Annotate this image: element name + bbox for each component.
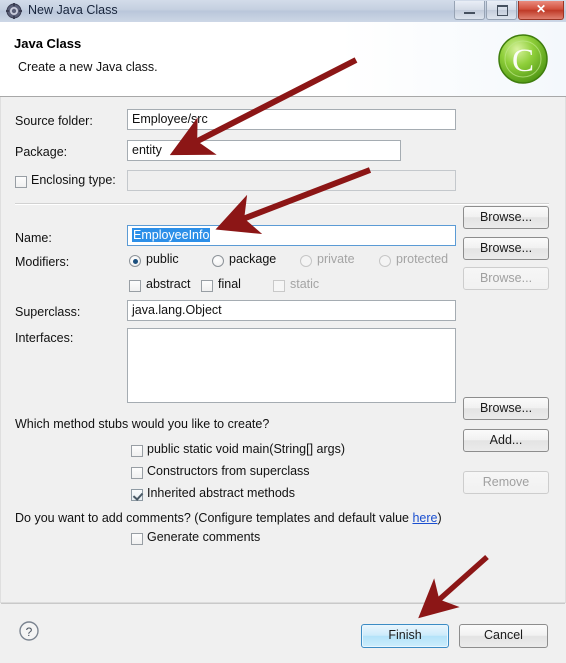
minimize-icon xyxy=(464,12,475,14)
superclass-input[interactable]: java.lang.Object xyxy=(127,300,456,321)
green-c-badge-icon: C xyxy=(494,30,552,88)
superclass-browse-button[interactable]: Browse... xyxy=(463,397,549,420)
maximize-button[interactable] xyxy=(486,1,517,20)
enclosing-type-label: Enclosing type: xyxy=(31,173,116,187)
modifier-checkbox-static xyxy=(273,280,285,292)
svg-text:?: ? xyxy=(26,625,33,639)
page-title: Java Class xyxy=(14,36,82,51)
stub-checkbox-inherited-abstract[interactable] xyxy=(131,489,143,501)
class-name-input[interactable]: EmployeeInfo xyxy=(127,225,456,246)
comments-question-before: Do you want to add comments? (Configure … xyxy=(15,511,413,525)
stub-checkbox-constructors[interactable] xyxy=(131,467,143,479)
modifier-radio-protected xyxy=(379,255,391,267)
svg-text:C: C xyxy=(512,43,534,79)
enclosing-type-browse-button: Browse... xyxy=(463,267,549,290)
modifier-label-public: public xyxy=(146,252,179,266)
comments-question-after: ) xyxy=(437,511,442,525)
modifier-radio-private xyxy=(300,255,312,267)
modifier-label-protected: protected xyxy=(396,252,449,266)
modifiers-label: Modifiers: xyxy=(15,255,70,269)
source-folder-browse-button[interactable]: Browse... xyxy=(463,206,549,229)
stub-label-inherited-abstract: Inherited abstract methods xyxy=(147,486,295,500)
source-folder-input[interactable]: Employee/src xyxy=(127,109,456,130)
modifier-label-package: package xyxy=(229,252,277,266)
dialog-header: Java Class Create a new Java class. C xyxy=(0,22,566,97)
eclipse-gear-icon xyxy=(6,3,22,19)
source-folder-label: Source folder: xyxy=(15,114,93,128)
minimize-button[interactable] xyxy=(454,1,485,20)
modifier-label-private: private xyxy=(317,252,355,266)
enclosing-type-input xyxy=(127,170,456,191)
dialog-body: Source folder: Employee/src Browse... Pa… xyxy=(0,97,566,602)
stub-label-constructors: Constructors from superclass xyxy=(147,464,310,478)
page-subtitle: Create a new Java class. xyxy=(18,60,158,74)
method-stubs-question: Which method stubs would you like to cre… xyxy=(15,417,270,431)
configure-templates-link[interactable]: here xyxy=(412,511,437,525)
class-name-value: EmployeeInfo xyxy=(132,228,211,242)
interfaces-label: Interfaces: xyxy=(15,331,74,345)
interfaces-add-button[interactable]: Add... xyxy=(463,429,549,452)
interfaces-list[interactable] xyxy=(127,328,456,403)
modifier-label-static: static xyxy=(290,277,320,291)
close-icon: ✕ xyxy=(535,2,547,16)
modifier-label-final: final xyxy=(218,277,241,291)
modifier-label-abstract: abstract xyxy=(146,277,191,291)
window-controls: ✕ xyxy=(453,1,564,20)
package-browse-button[interactable]: Browse... xyxy=(463,237,549,260)
generate-comments-label: Generate comments xyxy=(147,530,261,544)
footer-divider xyxy=(1,603,565,604)
cancel-button[interactable]: Cancel xyxy=(459,624,548,648)
maximize-icon xyxy=(497,5,508,16)
stub-checkbox-main-method[interactable] xyxy=(131,445,143,457)
modifier-radio-public[interactable] xyxy=(129,255,141,267)
window-title: New Java Class xyxy=(28,3,118,17)
superclass-label: Superclass: xyxy=(15,305,81,319)
dialog-footer: Finish Cancel xyxy=(0,602,566,663)
title-bar: New Java Class ✕ xyxy=(0,0,566,23)
section-divider xyxy=(15,203,549,205)
comments-question: Do you want to add comments? (Configure … xyxy=(15,511,442,525)
generate-comments-checkbox[interactable] xyxy=(131,533,143,545)
close-button[interactable]: ✕ xyxy=(518,1,564,20)
modifier-checkbox-final[interactable] xyxy=(201,280,213,292)
new-java-class-dialog: New Java Class ✕ Java Class Create a new… xyxy=(0,0,566,663)
name-label: Name: xyxy=(15,231,52,245)
package-label: Package: xyxy=(15,145,68,159)
modifier-checkbox-abstract[interactable] xyxy=(129,280,141,292)
stub-label-main-method: public static void main(String[] args) xyxy=(147,442,345,456)
modifier-radio-package[interactable] xyxy=(212,255,224,267)
enclosing-type-checkbox[interactable] xyxy=(15,176,27,188)
package-input[interactable]: entity xyxy=(127,140,401,161)
help-icon[interactable]: ? xyxy=(18,620,40,642)
finish-button[interactable]: Finish xyxy=(361,624,449,648)
interfaces-remove-button: Remove xyxy=(463,471,549,494)
